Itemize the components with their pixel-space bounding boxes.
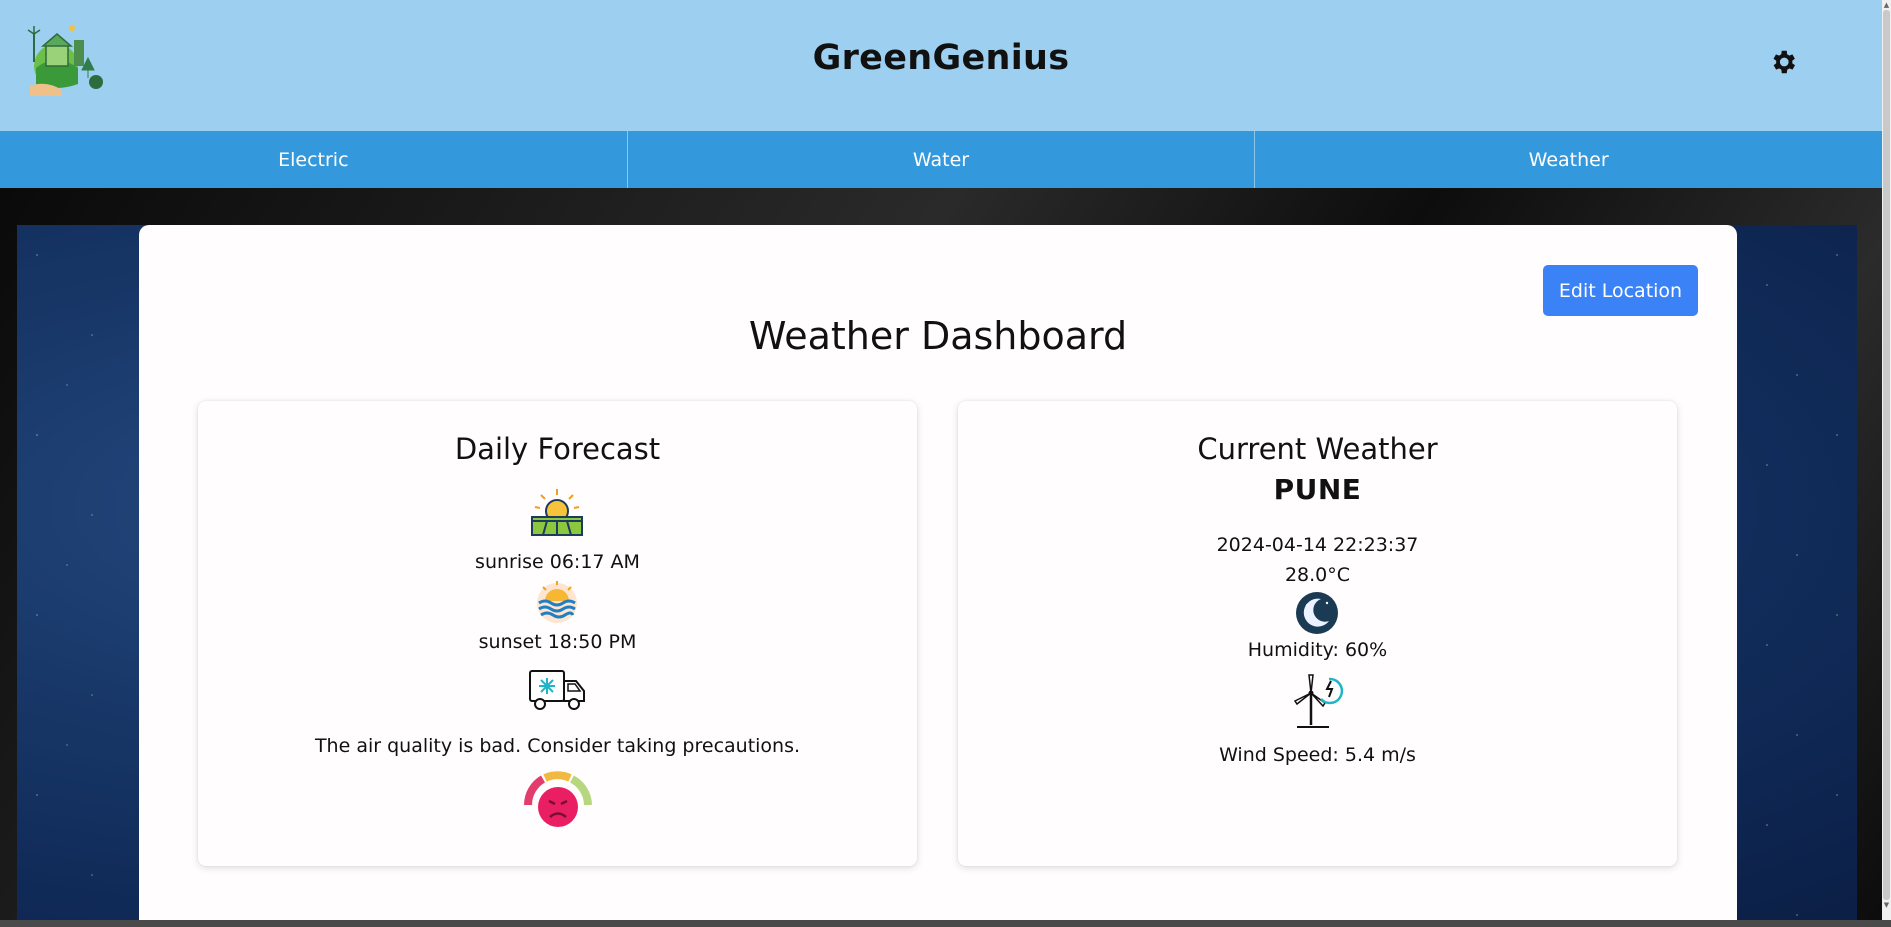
scrollbar-thumb[interactable] — [1883, 10, 1890, 900]
scroll-up-arrow-icon[interactable]: ▲ — [1882, 0, 1891, 10]
wind-turbine-icon — [1289, 673, 1347, 733]
bottom-edge-bar — [0, 920, 1891, 927]
app-header: GreenGenius — [0, 0, 1882, 131]
temperature-text: 28.0°C — [1284, 564, 1351, 586]
gear-icon[interactable] — [1768, 47, 1798, 77]
vertical-scrollbar[interactable]: ▲ ▼ — [1882, 0, 1891, 920]
sunset-text: sunset 18:50 PM — [478, 631, 637, 653]
tab-electric[interactable]: Electric — [0, 131, 628, 188]
moon-night-icon — [1295, 591, 1339, 639]
scroll-down-arrow-icon[interactable]: ▼ — [1882, 900, 1891, 910]
main-nav: Electric Water Weather — [0, 131, 1882, 188]
sunrise-icon — [529, 487, 585, 541]
wind-speed-text: Wind Speed: 5.4 m/s — [1219, 744, 1416, 766]
datetime-text: 2024-04-14 22:23:37 — [1216, 534, 1419, 556]
sad-face-gauge-icon — [518, 767, 598, 835]
tab-weather[interactable]: Weather — [1255, 131, 1882, 188]
humidity-text: Humidity: 60% — [1247, 639, 1388, 661]
daily-forecast-card: Daily Forecast sunrise 06:17 AM sunset 1… — [198, 401, 917, 866]
sunrise-text: sunrise 06:17 AM — [475, 551, 640, 573]
tab-water[interactable]: Water — [628, 131, 1256, 188]
air-quality-text: The air quality is bad. Consider taking … — [314, 735, 801, 757]
daily-forecast-title: Daily Forecast — [454, 432, 661, 466]
page-title: Weather Dashboard — [748, 314, 1128, 358]
current-weather-title: Current Weather — [1197, 432, 1438, 466]
city-name: PUNE — [1273, 473, 1362, 506]
truck-icon — [528, 669, 586, 717]
edit-location-button[interactable]: Edit Location — [1543, 265, 1698, 316]
sunset-icon — [533, 579, 581, 627]
app-title: GreenGenius — [812, 38, 1070, 78]
current-weather-card: Current Weather PUNE 2024-04-14 22:23:37… — [958, 401, 1677, 866]
